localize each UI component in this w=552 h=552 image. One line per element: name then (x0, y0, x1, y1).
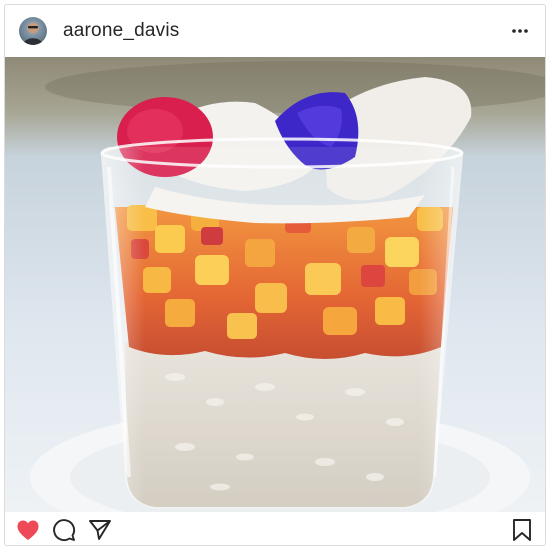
post-card: aarone_davis (4, 4, 546, 546)
post-actions (5, 512, 545, 545)
heart-filled-icon[interactable] (15, 517, 41, 543)
post-image[interactable] (5, 57, 545, 512)
avatar[interactable] (19, 17, 47, 45)
post-header: aarone_davis (5, 5, 545, 57)
paper-plane-icon[interactable] (87, 517, 113, 543)
bookmark-icon[interactable] (509, 517, 535, 543)
comment-bubble-icon[interactable] (51, 517, 77, 543)
username[interactable]: aarone_davis (63, 20, 179, 42)
more-options-icon[interactable] (509, 20, 531, 42)
